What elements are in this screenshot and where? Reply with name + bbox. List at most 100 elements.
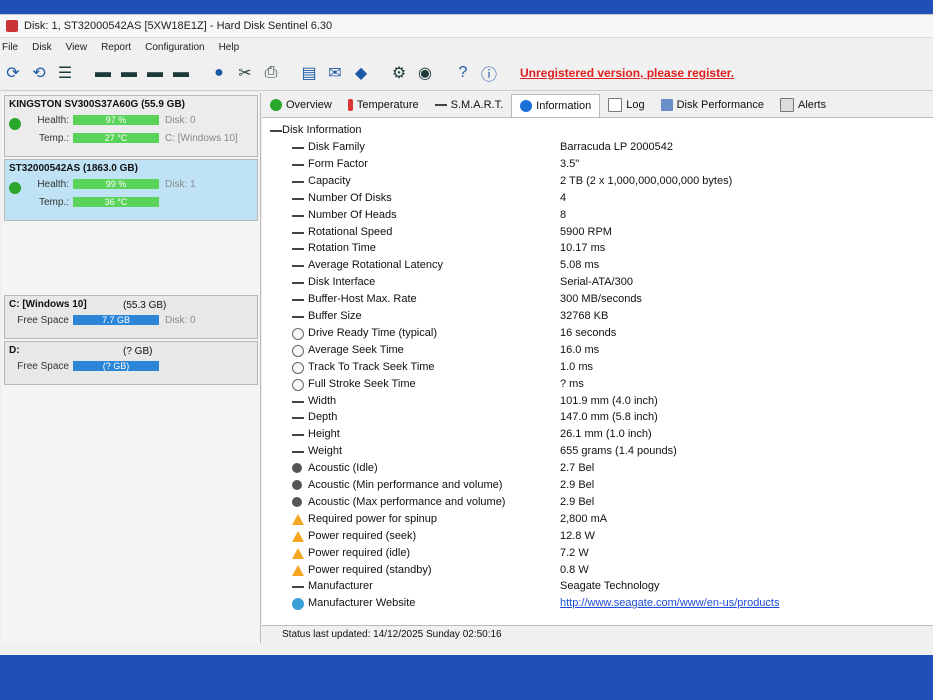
info-row[interactable]: Required power for spinup 2,800 mA <box>270 512 930 529</box>
info-row[interactable]: Acoustic (Min performance and volume) 2.9… <box>270 478 930 495</box>
gear-icon[interactable]: ⚙ <box>388 62 410 84</box>
unregistered-link[interactable]: Unregistered version, please register. <box>520 66 734 80</box>
info-row[interactable]: Disk Interface Serial-ATA/300 <box>270 275 930 292</box>
dash-icon <box>292 243 304 255</box>
info-row[interactable]: Number Of Disks 4 <box>270 191 930 208</box>
help-icon[interactable]: ? <box>452 62 474 84</box>
info-icon[interactable]: ⓘ <box>478 62 500 84</box>
disk-item-0[interactable]: KINGSTON SV300S37A60G (55.9 GB) Health: 9… <box>4 95 258 157</box>
temp-label: Temp.: <box>38 196 69 208</box>
tab-temperature[interactable]: Temperature <box>340 94 427 116</box>
rescan-icon[interactable]: ⟲ <box>28 62 50 84</box>
info-row[interactable]: Weight 655 grams (1.4 pounds) <box>270 444 930 461</box>
info-row[interactable]: Height 26.1 mm (1.0 inch) <box>270 427 930 444</box>
dash-icon <box>292 412 304 424</box>
info-row[interactable]: Manufacturer Website http://www.seagate.c… <box>270 596 930 613</box>
info-row[interactable]: Buffer-Host Max. Rate 300 MB/seconds <box>270 292 930 309</box>
surface-test-icon[interactable]: ▬ <box>118 62 140 84</box>
settings-icon[interactable]: ◉ <box>414 62 436 84</box>
tools-icon[interactable]: ✂ <box>234 62 256 84</box>
tab-information[interactable]: Information <box>511 93 601 117</box>
info-row[interactable]: Power required (idle) 7.2 W <box>270 546 930 563</box>
disk-check-icon[interactable]: ▬ <box>144 62 166 84</box>
info-label: Buffer Size <box>308 310 362 322</box>
manufacturer-website-link[interactable]: http://www.seagate.com/www/en-us/product… <box>560 597 779 609</box>
info-row[interactable]: Buffer Size 32768 KB <box>270 309 930 326</box>
info-label: Full Stroke Seek Time <box>308 377 416 390</box>
info-value: 2 TB (2 x 1,000,000,000,000 bytes) <box>560 174 733 187</box>
disk-list-panel: KINGSTON SV300S37A60G (55.9 GB) Health: 9… <box>2 93 261 643</box>
window-title: Disk: 1, ST32000542AS [5XW18E1Z] - Hard … <box>24 20 333 32</box>
temp-bar: 36 °C <box>73 197 159 207</box>
info-value: 10.17 ms <box>560 242 606 255</box>
tab-overview[interactable]: Overview <box>262 94 340 116</box>
list-icon[interactable]: ☰ <box>54 62 76 84</box>
toolbar: ⟳ ⟲ ☰ ▬ ▬ ▬ ▬ ● ✂ ⎙ ▤ ✉ ◆ ⚙ ◉ ? ⓘ Unregi… <box>0 56 933 91</box>
tab-log[interactable]: Log <box>600 94 652 116</box>
disk-tool-icon[interactable]: ▬ <box>170 62 192 84</box>
menu-view[interactable]: View <box>66 42 88 53</box>
free-space-bar: 7.7 GB <box>73 315 159 325</box>
info-row[interactable]: Capacity 2 TB (2 x 1,000,000,000,000 byte… <box>270 174 930 191</box>
menu-file[interactable]: File <box>2 42 18 53</box>
report-icon[interactable]: ▤ <box>298 62 320 84</box>
warn-icon <box>292 530 304 542</box>
info-row[interactable]: Average Seek Time 16.0 ms <box>270 343 930 360</box>
info-row[interactable]: Drive Ready Time (typical) 16 seconds <box>270 326 930 343</box>
info-row[interactable]: Depth 147.0 mm (5.8 inch) <box>270 410 930 427</box>
volume-name: C: [Windows 10] <box>9 299 87 310</box>
info-row[interactable]: Power required (seek) 12.8 W <box>270 529 930 546</box>
volume-item-d[interactable]: D: (? GB) Free Space (? GB) <box>4 341 258 385</box>
info-row[interactable]: Number Of Heads 8 <box>270 208 930 225</box>
disk-information-tree: Disk Information Disk Family Barracuda LP… <box>270 123 933 643</box>
info-row[interactable]: Acoustic (Max performance and volume) 2.9… <box>270 495 930 512</box>
disk-name: ST32000542AS (1863.0 GB) <box>9 163 138 174</box>
tab-disk-performance[interactable]: Disk Performance <box>653 94 772 116</box>
warn-icon <box>292 564 304 576</box>
info-row[interactable]: Rotational Speed 5900 RPM <box>270 225 930 242</box>
tree-root[interactable]: Disk Information <box>270 123 930 140</box>
menu-help[interactable]: Help <box>219 42 240 53</box>
info-row[interactable]: Rotation Time 10.17 ms <box>270 241 930 258</box>
spk-icon <box>292 480 302 490</box>
volume-item-c[interactable]: C: [Windows 10] (55.3 GB) Free Space 7.7 … <box>4 295 258 339</box>
info-row[interactable]: Power required (standby) 0.8 W <box>270 563 930 580</box>
info-row[interactable]: Average Rotational Latency 5.08 ms <box>270 258 930 275</box>
thermometer-icon <box>347 99 353 111</box>
info-label: Rotational Speed <box>308 225 393 238</box>
info-label: Disk Interface <box>308 276 376 289</box>
info-value: 16.0 ms <box>560 343 600 356</box>
info-value: 101.9 mm (4.0 inch) <box>560 394 658 407</box>
dash-icon <box>292 176 304 188</box>
info-value: 2.9 Bel <box>560 495 595 508</box>
clock-icon <box>292 327 304 340</box>
info-label: Average Seek Time <box>308 343 404 356</box>
refresh-icon[interactable]: ⟳ <box>2 62 24 84</box>
globe-icon[interactable]: ● <box>208 62 230 84</box>
info-row[interactable]: Disk Family Barracuda LP 2000542 <box>270 140 930 157</box>
disk-item-1[interactable]: ST32000542AS (1863.0 GB) Health: 99 % Disk… <box>4 159 258 221</box>
menu-report[interactable]: Report <box>101 42 131 53</box>
info-value: 2.9 Bel <box>560 479 595 491</box>
info-row[interactable]: Track To Track Seek Time 1.0 ms <box>270 360 930 377</box>
document-icon <box>608 98 623 112</box>
spk-icon <box>292 463 302 474</box>
info-row[interactable]: Width 101.9 mm (4.0 inch) <box>270 394 930 411</box>
info-row[interactable]: Manufacturer Seagate Technology <box>270 579 930 596</box>
app-window: Disk: 1, ST32000542AS [5XW18E1Z] - Hard … <box>0 14 933 655</box>
menu-disk[interactable]: Disk <box>32 42 51 53</box>
info-label: Power required (seek) <box>308 529 417 542</box>
mail-icon[interactable]: ✉ <box>324 62 346 84</box>
tab-smart[interactable]: S.M.A.R.T. <box>427 94 512 116</box>
menu-configuration[interactable]: Configuration <box>145 42 204 53</box>
network-icon[interactable]: ◆ <box>350 62 372 84</box>
status-ok-icon <box>9 182 21 194</box>
disk-test-icon[interactable]: ▬ <box>92 62 114 84</box>
info-label: Capacity <box>308 174 351 187</box>
info-row[interactable]: Full Stroke Seek Time ? ms <box>270 377 930 394</box>
tab-alerts[interactable]: Alerts <box>772 94 834 116</box>
print-icon[interactable]: ⎙ <box>260 62 282 84</box>
info-row[interactable]: Acoustic (Idle) 2.7 Bel <box>270 461 930 478</box>
info-row[interactable]: Form Factor 3.5" <box>270 157 930 174</box>
info-value: 26.1 mm (1.0 inch) <box>560 428 652 441</box>
